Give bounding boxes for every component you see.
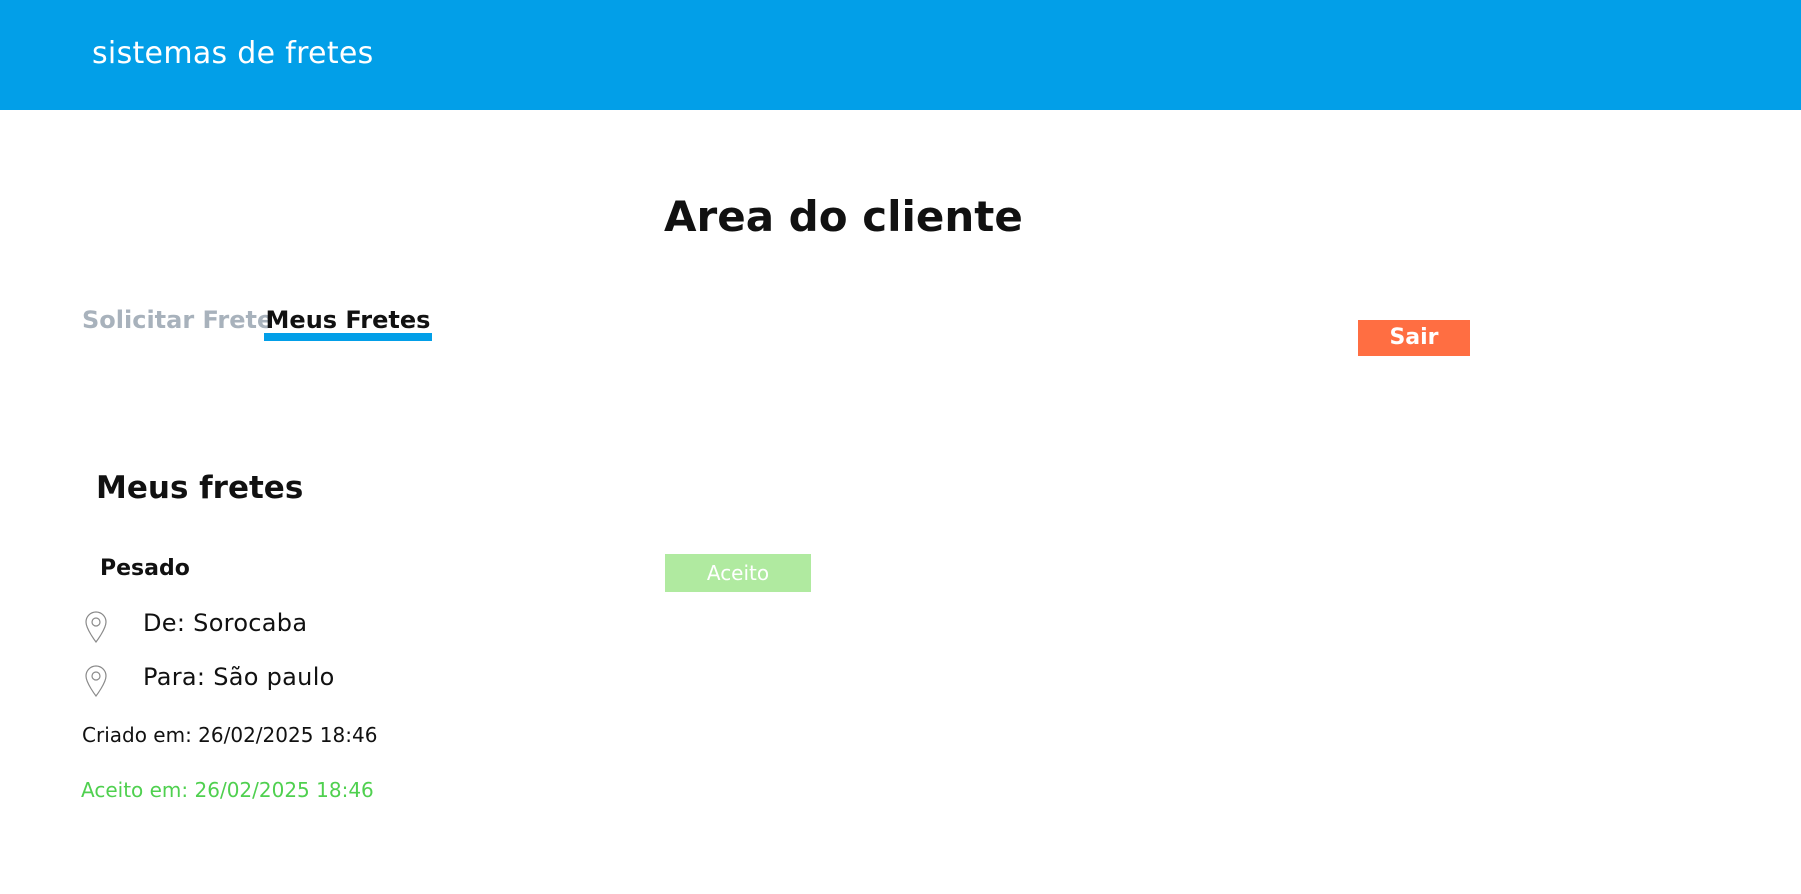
accepted-date: Aceito em: 26/02/2025 18:46 (81, 778, 374, 802)
tab-meus-fretes[interactable]: Meus Fretes (264, 306, 432, 334)
tab-solicitar-frete[interactable]: Solicitar Frete (82, 306, 273, 334)
top-bar: sistemas de fretes (0, 0, 1801, 110)
origin-text: De: Sorocaba (143, 609, 308, 637)
section-title: Meus fretes (96, 470, 304, 506)
destination-text: Para: São paulo (143, 663, 335, 691)
location-pin-icon (84, 611, 108, 643)
location-pin-icon (84, 665, 108, 697)
active-tab-indicator (264, 333, 432, 341)
created-date: Criado em: 26/02/2025 18:46 (82, 723, 378, 747)
freight-type: Pesado (100, 556, 190, 581)
logout-button[interactable]: Sair (1358, 320, 1470, 356)
page-title: Area do cliente (664, 192, 1023, 241)
brand-title: sistemas de fretes (92, 36, 374, 71)
status-badge: Aceito (665, 554, 811, 592)
